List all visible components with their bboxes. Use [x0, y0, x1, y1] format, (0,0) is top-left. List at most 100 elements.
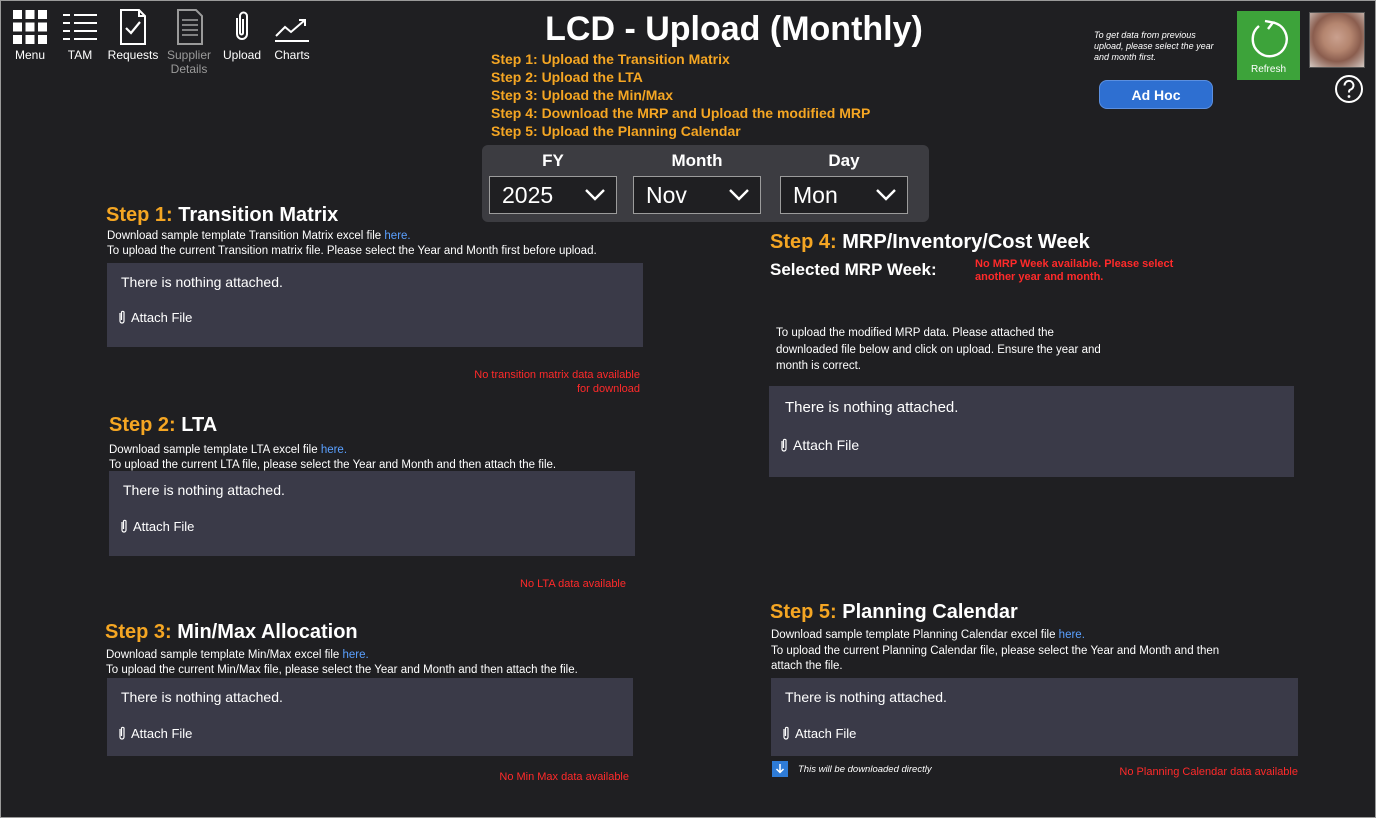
step4-empty-text: There is nothing attached. — [785, 399, 959, 416]
step4-instructions: To upload the modified MRP data. Please … — [776, 325, 1101, 375]
refresh-icon — [1251, 19, 1288, 58]
fy-label: FY — [542, 151, 564, 170]
paperclip-icon — [121, 519, 127, 533]
step5-status-message: No Planning Calendar data available — [1119, 766, 1298, 778]
download-icon[interactable] — [772, 761, 788, 777]
step5-heading: Step 5: Planning Calendar — [770, 601, 1018, 624]
avatar[interactable] — [1309, 12, 1365, 68]
step4-line2: downloaded file below and click on uploa… — [776, 343, 1101, 356]
step3-empty-text: There is nothing attached. — [121, 689, 283, 705]
step5-download-note: This will be downloaded directly — [772, 761, 932, 777]
day-label: Day — [828, 151, 860, 170]
day-dropdown[interactable]: Mon — [780, 176, 908, 214]
fy-value: 2025 — [502, 181, 554, 208]
step1-line1: Download sample template Transition Matr… — [107, 230, 382, 242]
nav-requests-label: Requests — [107, 48, 159, 62]
step2-attach-file-button[interactable]: Attach File — [119, 518, 194, 534]
step1-line2: To upload the current Transition matrix … — [107, 244, 597, 257]
nav-supplier-label-line2: Details — [170, 62, 208, 76]
nav-menu-label: Menu — [14, 48, 46, 62]
step2-status-message: No LTA data available — [520, 578, 626, 590]
step5-attachment-box: There is nothing attached. Attach File — [771, 678, 1298, 756]
nav-tam-label: TAM — [67, 48, 93, 62]
step3-attachment-box: There is nothing attached. Attach File — [107, 678, 633, 756]
step5-title: Planning Calendar — [842, 601, 1018, 623]
step2-attachment-box: There is nothing attached. Attach File — [109, 471, 635, 556]
step1-instructions: Download sample template Transition Matr… — [107, 229, 597, 258]
step2-title: LTA — [181, 414, 218, 436]
step1-heading: Step 1: Transition Matrix — [106, 204, 338, 227]
step5-line1: Download sample template Planning Calend… — [771, 629, 1056, 641]
nav-upload-label: Upload — [222, 48, 262, 62]
mrp-week-label: Selected MRP Week: — [770, 260, 937, 279]
adhoc-button[interactable]: Ad Hoc — [1099, 80, 1213, 109]
step3-attach-file-button[interactable]: Attach File — [117, 725, 192, 741]
month-dropdown[interactable]: Nov — [633, 176, 761, 214]
period-selector-panel: FY 2025 Month Nov Day Mon — [482, 145, 929, 222]
mrp-week-message: No MRP Week available. Please select ano… — [975, 258, 1174, 283]
fy-dropdown[interactable]: 2025 — [489, 176, 617, 214]
step1-status-message: No transition matrix data available for … — [400, 368, 640, 396]
step3-attach-file-label: Attach File — [131, 725, 193, 741]
step5-instructions: Download sample template Planning Calend… — [771, 628, 1219, 675]
step4-attachment-box: There is nothing attached. Attach File — [769, 386, 1294, 477]
refresh-label: Refresh — [1250, 64, 1286, 75]
step5-line2: To upload the current Planning Calendar … — [771, 644, 1220, 657]
paperclip-icon — [119, 726, 125, 740]
step3-title: Min/Max Allocation — [177, 621, 358, 643]
step4-attach-file-button[interactable]: Attach File — [779, 437, 859, 453]
day-selector: Day Mon — [780, 151, 908, 214]
paperclip-icon — [781, 438, 787, 452]
steps-overview-item: Step 2: Upload the LTA — [491, 69, 643, 85]
nav-supplier-details-label: Supplier Details — [167, 48, 211, 76]
step5-template-link[interactable]: here. — [1059, 629, 1085, 641]
step1-template-link[interactable]: here. — [384, 230, 410, 242]
step1-status-line1: No transition matrix data available — [474, 369, 640, 381]
step2-line1: Download sample template LTA excel file — [109, 444, 318, 456]
step5-line3: attach the file. — [771, 660, 843, 672]
step5-attach-file-label: Attach File — [795, 725, 857, 741]
nav-charts-label: Charts — [274, 48, 310, 62]
steps-overview-item: Step 5: Upload the Planning Calendar — [491, 123, 741, 139]
step5-number: Step 5: — [770, 601, 837, 623]
paperclip-icon — [119, 310, 125, 324]
step4-attach-file-label: Attach File — [793, 437, 860, 453]
step1-attachment-box: There is nothing attached. Attach File — [107, 263, 643, 347]
step1-attach-file-button[interactable]: Attach File — [117, 309, 192, 325]
day-value: Mon — [793, 181, 838, 208]
step3-instructions: Download sample template Min/Max excel f… — [106, 648, 578, 677]
step4-number: Step 4: — [770, 231, 837, 253]
step4-heading: Step 4: MRP/Inventory/Cost Week — [770, 231, 1090, 254]
step2-template-link[interactable]: here. — [321, 444, 347, 456]
step1-status-line2: for download — [577, 383, 640, 395]
month-value: Nov — [646, 181, 687, 208]
download-note-text: This will be downloaded directly — [798, 763, 932, 775]
step3-line1: Download sample template Min/Max excel f… — [106, 649, 340, 661]
step2-attach-file-label: Attach File — [133, 518, 195, 534]
step3-number: Step 3: — [105, 621, 172, 643]
refresh-button[interactable]: Refresh — [1237, 11, 1300, 80]
step2-empty-text: There is nothing attached. — [123, 482, 285, 498]
step3-heading: Step 3: Min/Max Allocation — [105, 621, 358, 644]
paperclip-icon — [783, 726, 789, 740]
month-selector: Month Nov — [633, 151, 761, 214]
chevron-down-icon — [585, 189, 605, 201]
step1-title: Transition Matrix — [178, 204, 339, 226]
step3-line2: To upload the current Min/Max file, plea… — [106, 663, 578, 676]
steps-overview: Step 1: Upload the Transition Matrix Ste… — [491, 50, 870, 140]
chevron-down-icon — [729, 189, 749, 201]
step1-empty-text: There is nothing attached. — [121, 274, 283, 290]
steps-overview-item: Step 4: Download the MRP and Upload the … — [491, 105, 871, 121]
help-icon[interactable] — [1334, 74, 1364, 104]
step5-empty-text: There is nothing attached. — [785, 689, 947, 705]
month-label: Month — [671, 151, 723, 170]
step4-line1: To upload the modified MRP data. Please … — [776, 327, 1054, 339]
step3-status-message: No Min Max data available — [499, 771, 629, 783]
steps-overview-item: Step 1: Upload the Transition Matrix — [491, 51, 730, 67]
step1-number: Step 1: — [106, 204, 173, 226]
step5-attach-file-button[interactable]: Attach File — [781, 725, 856, 741]
step3-template-link[interactable]: here. — [343, 649, 369, 661]
step2-number: Step 2: — [109, 414, 176, 436]
chevron-down-icon — [876, 189, 896, 201]
fy-selector: FY 2025 — [489, 151, 617, 214]
